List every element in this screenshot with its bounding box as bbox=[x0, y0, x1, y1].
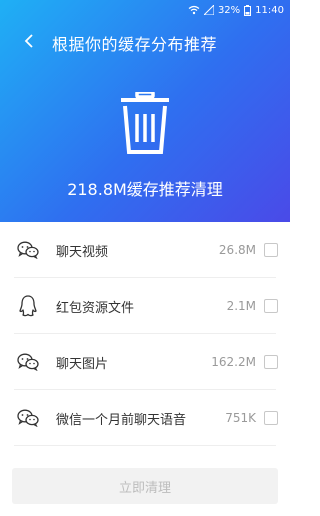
header-banner: 32% 11:40 根据你的缓存分布推荐 218.8M缓存推荐清理 bbox=[0, 0, 290, 222]
wechat-icon bbox=[16, 406, 40, 430]
item-label: 聊天视频 bbox=[56, 244, 109, 260]
item-label: 微信一个月前聊天语音 bbox=[56, 412, 187, 428]
item-size: 2.1M bbox=[226, 299, 256, 313]
chevron-left-icon bbox=[24, 33, 34, 53]
item-size: 751K bbox=[225, 411, 256, 425]
item-checkbox[interactable] bbox=[264, 355, 278, 369]
item-size: 162.2M bbox=[211, 355, 256, 369]
item-size: 26.8M bbox=[218, 243, 256, 257]
back-button[interactable] bbox=[10, 28, 48, 58]
clock-time: 11:40 bbox=[255, 4, 284, 16]
clean-now-button[interactable]: 立即清理 bbox=[12, 468, 278, 504]
item-checkbox[interactable] bbox=[264, 299, 278, 313]
battery-percent: 32% bbox=[217, 4, 241, 16]
qq-penguin-icon bbox=[16, 294, 40, 318]
item-checkbox[interactable] bbox=[264, 243, 278, 257]
wechat-icon bbox=[16, 350, 40, 374]
list-item[interactable]: 聊天视频 26.8M bbox=[0, 222, 290, 278]
trash-icon bbox=[119, 90, 171, 158]
cache-summary: 218.8M缓存推荐清理 bbox=[67, 180, 223, 199]
item-label: 红包资源文件 bbox=[56, 300, 135, 316]
list-item[interactable]: 聊天图片 162.2M bbox=[0, 334, 290, 390]
item-checkbox[interactable] bbox=[264, 411, 278, 425]
battery-icon bbox=[244, 4, 252, 16]
page-title: 根据你的缓存分布推荐 bbox=[52, 35, 218, 54]
status-bar: 32% 11:40 bbox=[0, 0, 290, 20]
wifi-icon bbox=[188, 5, 200, 15]
list-item[interactable]: 红包资源文件 2.1M bbox=[0, 278, 290, 334]
list-item[interactable]: 微信一个月前聊天语音 751K bbox=[0, 390, 290, 446]
signal-icon bbox=[203, 5, 214, 15]
item-label: 聊天图片 bbox=[56, 356, 109, 372]
cache-list: 聊天视频 26.8M 红包资源文件 2.1M 聊天图片 162.2M 微信一个月… bbox=[0, 222, 290, 446]
wechat-icon bbox=[16, 238, 40, 262]
